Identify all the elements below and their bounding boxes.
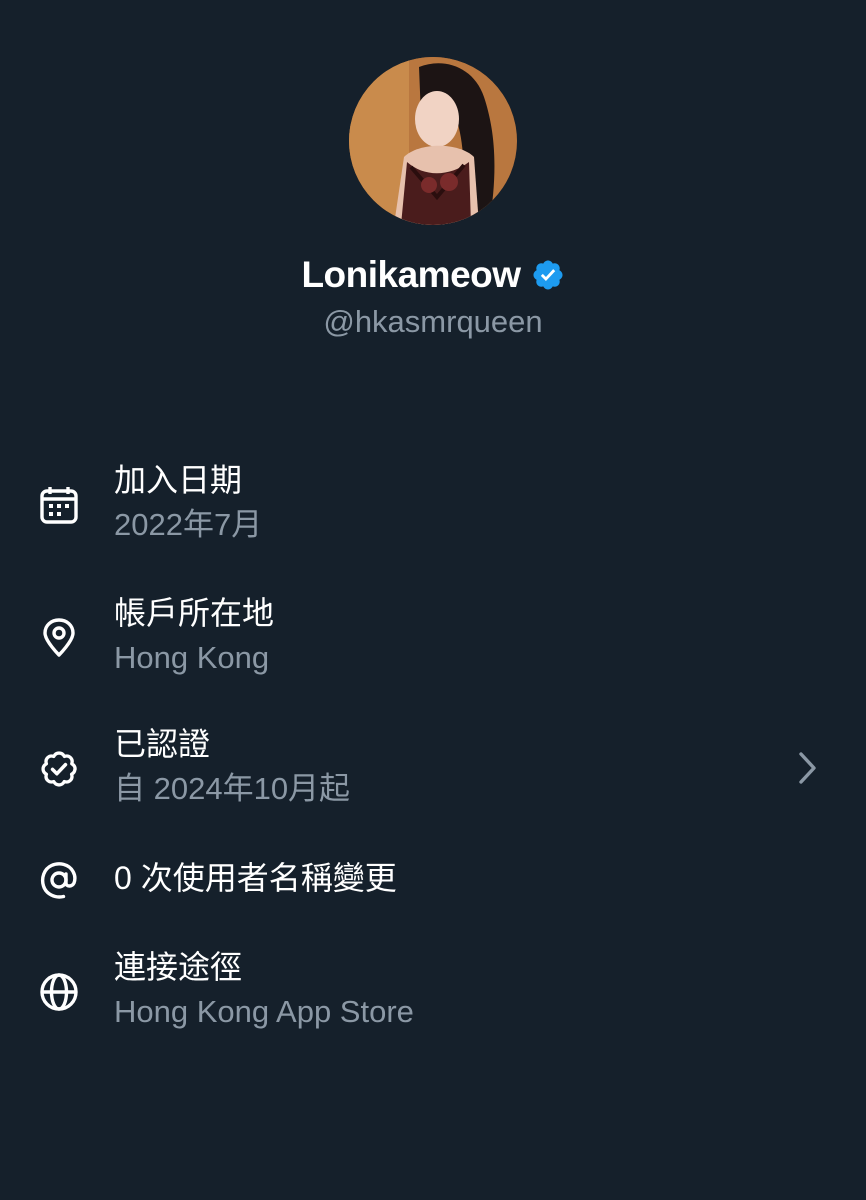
verified-outline-icon: [38, 748, 80, 790]
info-row-verified-text: 已認證 自 2024年10月起: [114, 724, 350, 809]
location-pin-icon: [38, 617, 80, 659]
avatar-photo-icon: [349, 57, 517, 225]
joined-date: 2022年7月: [114, 507, 263, 542]
info-row-joined-text: 加入日期 2022年7月: [114, 460, 262, 545]
at-icon: [38, 859, 80, 901]
joined-label: 加入日期: [114, 462, 243, 498]
verified-badge-icon[interactable]: [531, 258, 565, 292]
chevron-right-icon[interactable]: [794, 748, 822, 788]
calendar-icon: [38, 484, 80, 526]
verified-since: 自 2024年10月起: [114, 771, 351, 806]
username-changes-label: 0 次使用者名稱變更: [114, 860, 397, 896]
location-label: 帳戶所在地: [114, 595, 275, 631]
globe-icon: [38, 971, 80, 1013]
info-row-connected-via-text: 連接途徑 Hong Kong App Store: [114, 947, 414, 1032]
location-value: Hong Kong: [114, 640, 270, 675]
avatar[interactable]: [349, 57, 517, 225]
verified-label: 已認證: [114, 726, 211, 762]
display-name-row: Lonikameow: [0, 252, 866, 298]
connected-via-value: Hong Kong App Store: [114, 994, 414, 1029]
connected-via-label: 連接途徑: [114, 949, 243, 985]
username-handle: @hkasmrqueen: [323, 304, 543, 339]
info-row-username-changes-text: 0 次使用者名稱變更: [114, 858, 397, 898]
info-row-location-text: 帳戶所在地 Hong Kong: [114, 593, 274, 678]
display-name: Lonikameow: [301, 254, 521, 295]
